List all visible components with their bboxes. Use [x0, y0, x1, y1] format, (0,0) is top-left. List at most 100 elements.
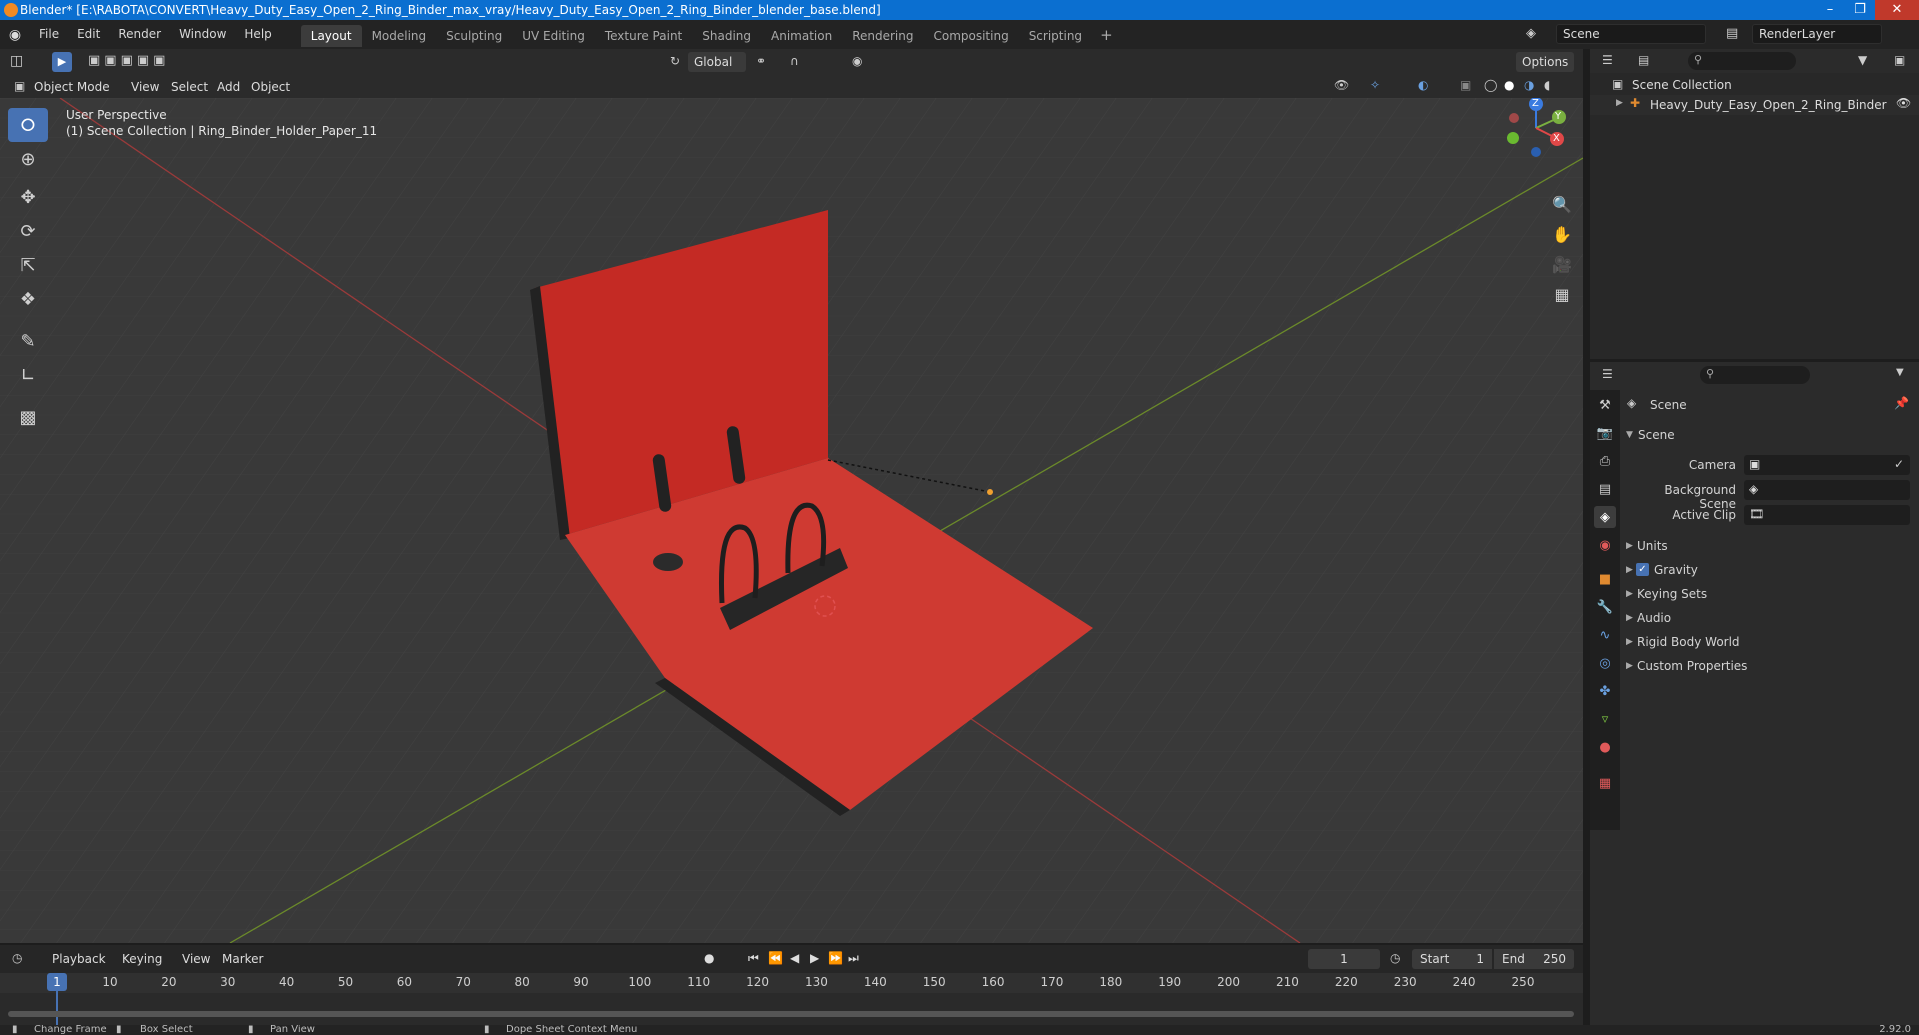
panel-collapse-icon[interactable]: ▼	[1626, 430, 1633, 440]
active-clip-field[interactable]: 🎞	[1744, 505, 1910, 525]
particles-tab-icon[interactable]: ∿	[1594, 624, 1616, 646]
menu-marker[interactable]: Marker	[222, 952, 263, 966]
tab-rendering[interactable]: Rendering	[842, 25, 923, 47]
units-section[interactable]: Units	[1637, 539, 1668, 553]
background-scene-field[interactable]: ◈	[1744, 480, 1910, 500]
outliner-editor-icon[interactable]: ☰	[1602, 53, 1613, 67]
gravity-section[interactable]: Gravity	[1654, 563, 1698, 577]
camera-field[interactable]: ▣ ✓	[1744, 455, 1910, 475]
tab-modeling[interactable]: Modeling	[362, 25, 437, 47]
menu-add[interactable]: Add	[217, 76, 240, 98]
expand-arrow-icon[interactable]: ▶	[1626, 565, 1633, 575]
menu-view[interactable]: View	[182, 952, 210, 966]
select-tool-icon[interactable]: ▶	[52, 52, 72, 72]
record-icon[interactable]: ●	[704, 951, 714, 965]
menu-edit[interactable]: Edit	[68, 20, 109, 49]
shading-rendered-icon[interactable]: ◖	[1544, 78, 1550, 92]
measure-tool-icon[interactable]: ∟	[8, 358, 48, 392]
stopwatch-icon[interactable]: ◷	[1390, 951, 1400, 965]
menu-window[interactable]: Window	[170, 20, 235, 49]
overlay-toggle-icon[interactable]: ◐	[1418, 78, 1428, 92]
viewlayer-selector[interactable]: RenderLayer	[1752, 24, 1882, 44]
expand-arrow-icon[interactable]: ▶	[1626, 637, 1633, 647]
modifier-tab-icon[interactable]: 🔧	[1594, 596, 1616, 618]
blender-menu-icon[interactable]: ◉	[0, 27, 30, 43]
snap-icon[interactable]: ∩	[790, 54, 799, 68]
tab-scripting[interactable]: Scripting	[1019, 25, 1092, 47]
scene-tab-icon[interactable]: ◈	[1594, 506, 1616, 528]
scene-panel-title[interactable]: Scene	[1638, 428, 1675, 442]
object-tab-icon[interactable]: ■	[1594, 568, 1616, 590]
move-tool-icon[interactable]: ✥	[8, 180, 48, 214]
options-dropdown[interactable]: Options	[1516, 52, 1574, 72]
custom-properties-section[interactable]: Custom Properties	[1637, 659, 1747, 673]
rigid-body-world-section[interactable]: Rigid Body World	[1637, 635, 1740, 649]
tab-uv-editing[interactable]: UV Editing	[512, 25, 595, 47]
tool-tab-icon[interactable]: ⚒	[1594, 394, 1616, 416]
shading-wireframe-icon[interactable]: ◯	[1484, 78, 1497, 92]
properties-editor-icon[interactable]: ☰	[1602, 367, 1613, 381]
mode-dropdown[interactable]: Object Mode	[34, 76, 110, 98]
menu-select[interactable]: Select	[171, 76, 208, 98]
texture-tab-icon[interactable]: ▦	[1594, 772, 1616, 794]
gravity-checkbox[interactable]: ✓	[1636, 563, 1649, 576]
properties-options-icon[interactable]: ▼	[1896, 367, 1904, 378]
data-tab-icon[interactable]: ▿	[1594, 708, 1616, 730]
jump-end-icon[interactable]: ⏭	[848, 951, 859, 966]
add-cube-tool-icon[interactable]: ▩	[8, 400, 48, 434]
transform-tool-icon[interactable]: ❖	[8, 282, 48, 316]
scene-selector[interactable]: Scene	[1556, 24, 1706, 44]
outliner-row-scene-collection[interactable]: ▣ Scene Collection	[1590, 75, 1919, 95]
keying-sets-section[interactable]: Keying Sets	[1637, 587, 1707, 601]
timeline-scrollbar[interactable]	[8, 1011, 1574, 1017]
pin-icon[interactable]: 📌	[1894, 396, 1909, 410]
audio-section[interactable]: Audio	[1637, 611, 1671, 625]
navigation-gizmo[interactable]: Z Y X	[1496, 98, 1576, 178]
tab-sculpting[interactable]: Sculpting	[436, 25, 512, 47]
menu-help[interactable]: Help	[235, 20, 280, 49]
select-box-tool-icon[interactable]: ⭘	[8, 108, 48, 142]
menu-playback[interactable]: Playback	[52, 952, 106, 966]
eye-visibility-icon[interactable]: 👁	[1896, 96, 1911, 110]
maximize-button[interactable]: ❐	[1845, 0, 1875, 20]
menu-object[interactable]: Object	[251, 76, 290, 98]
expand-arrow-icon[interactable]: ▶	[1626, 541, 1633, 551]
add-workspace-icon[interactable]: +	[1092, 26, 1121, 44]
tab-animation[interactable]: Animation	[761, 25, 842, 47]
pivot-icon[interactable]: ⚭	[756, 54, 766, 68]
jump-start-icon[interactable]: ⏮	[748, 951, 759, 966]
transform-orientation-dropdown[interactable]: Global	[688, 52, 746, 72]
tab-compositing[interactable]: Compositing	[923, 25, 1018, 47]
shading-solid-icon[interactable]: ●	[1504, 78, 1514, 92]
close-button[interactable]: ✕	[1875, 0, 1919, 20]
camera-view-icon[interactable]: 🎥	[1548, 250, 1576, 278]
outliner-search-input[interactable]: ⚲	[1688, 52, 1796, 70]
menu-render[interactable]: Render	[109, 20, 170, 49]
shading-material-icon[interactable]: ◑	[1524, 78, 1534, 92]
scale-tool-icon[interactable]: ⇱	[8, 248, 48, 282]
expand-arrow-icon[interactable]: ▶	[1626, 589, 1633, 599]
ortho-grid-icon[interactable]: ▦	[1548, 280, 1576, 308]
prev-keyframe-icon[interactable]: ⏪	[768, 951, 783, 965]
proportional-edit-icon[interactable]: ◉	[852, 54, 862, 68]
rotate-tool-icon[interactable]: ⟳	[8, 214, 48, 248]
output-tab-icon[interactable]: ⎙	[1594, 450, 1616, 472]
scene-icon[interactable]: ◈	[1526, 26, 1536, 41]
outliner-row-object[interactable]: ▶ ✚ Heavy_Duty_Easy_Open_2_Ring_Binder 👁	[1590, 95, 1919, 115]
expand-arrow-icon[interactable]: ▶	[1626, 613, 1633, 623]
zoom-icon[interactable]: 🔍	[1548, 190, 1576, 218]
tab-shading[interactable]: Shading	[692, 25, 761, 47]
new-collection-icon[interactable]: ▣	[1894, 53, 1905, 67]
tab-texture-paint[interactable]: Texture Paint	[595, 25, 692, 47]
visibility-icon[interactable]: 👁	[1334, 78, 1349, 92]
physics-tab-icon[interactable]: ◎	[1594, 652, 1616, 674]
eyedropper-icon[interactable]: ✓	[1894, 457, 1904, 471]
start-frame-field[interactable]: Start 1	[1412, 949, 1492, 969]
play-reverse-icon[interactable]: ◀	[790, 951, 799, 965]
gizmo-toggle-icon[interactable]: ✧	[1370, 78, 1380, 92]
cursor-tool-icon[interactable]: ⊕	[8, 142, 48, 176]
annotate-tool-icon[interactable]: ✎	[8, 324, 48, 358]
timeline-editor-icon[interactable]: ◷	[12, 951, 22, 965]
constraints-tab-icon[interactable]: ✤	[1594, 680, 1616, 702]
light-object[interactable]	[987, 489, 993, 495]
